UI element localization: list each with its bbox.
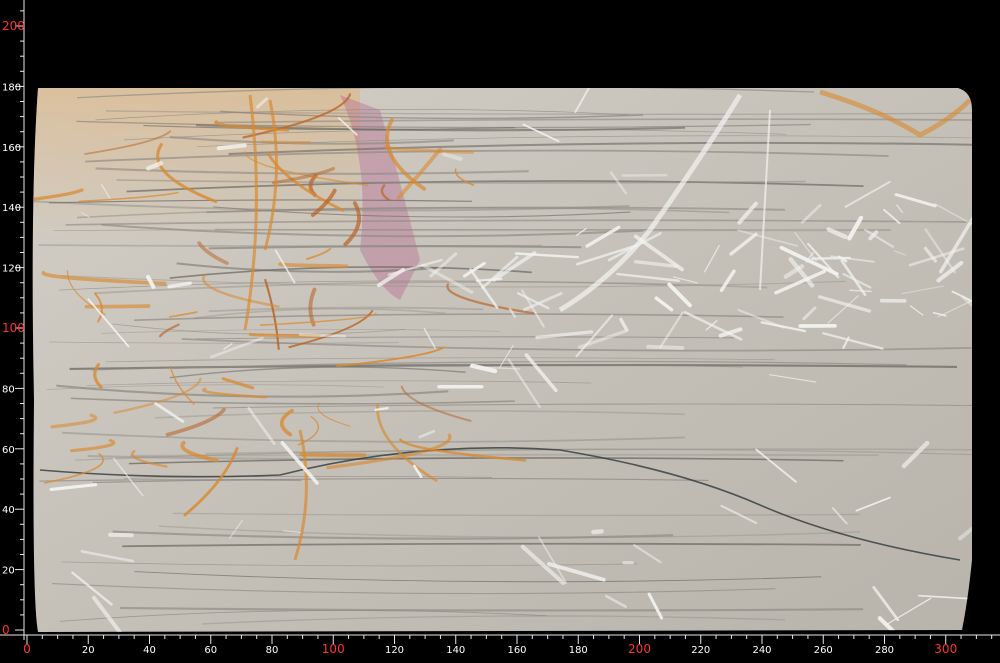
ruler-left-label: 200: [2, 19, 25, 33]
ruler-left-label: 0: [2, 623, 10, 637]
ruler-bottom-label: 40: [143, 645, 156, 656]
ruler-left-label: 160: [2, 143, 21, 154]
vein-band: [38, 245, 542, 246]
vein-orange: [262, 142, 310, 143]
ruler-bottom-label: 0: [23, 642, 31, 656]
ruler-left-label: 140: [2, 203, 21, 214]
ruler-left-label: 20: [2, 566, 15, 577]
vein-orange: [280, 264, 346, 266]
ruler-bottom-label: 20: [82, 645, 95, 656]
slab-image: 0204060801001201401601802002202402602803…: [0, 0, 1000, 659]
ruler-bottom-label: 140: [446, 645, 465, 656]
ruler-bottom-label: 300: [934, 642, 957, 656]
ruler-left-label: 120: [2, 264, 21, 275]
ruler-bottom-label: 80: [266, 645, 279, 656]
ruler-bottom-label: 220: [691, 645, 710, 656]
ruler-bottom-label: 120: [385, 645, 404, 656]
vein-white: [300, 335, 345, 337]
vein-white: [648, 347, 682, 348]
ruler-left-label: 40: [2, 505, 15, 516]
ruler-left-label: 60: [2, 445, 15, 456]
ruler-bottom-label: 100: [322, 642, 345, 656]
ruler-bottom-label: 60: [204, 645, 217, 656]
ruler-left-label: 80: [2, 384, 15, 395]
ruler-bottom-label: 180: [569, 645, 588, 656]
ruler-bottom-label: 160: [507, 645, 526, 656]
ruler-bottom-label: 260: [814, 645, 833, 656]
slab-viewer: 0204060801001201401601802002202402602803…: [0, 0, 1000, 659]
ruler-bottom-label: 200: [628, 642, 651, 656]
ruler-left: 0 20 40 60 80 100 120 140 160 180 200: [2, 0, 25, 640]
ruler-bottom: 0 20 40 60 80 100 120 140 160 180 200 220 240 260 280 3…: [0, 635, 1000, 656]
ruler-bottom-label: 280: [875, 645, 894, 656]
vein-white: [593, 531, 601, 532]
vein-white: [850, 290, 871, 291]
ruler-left-label: 180: [2, 82, 21, 93]
vein-orange: [302, 454, 365, 455]
ruler-left-label: 100: [2, 321, 25, 335]
ruler-bottom-label: 240: [752, 645, 771, 656]
